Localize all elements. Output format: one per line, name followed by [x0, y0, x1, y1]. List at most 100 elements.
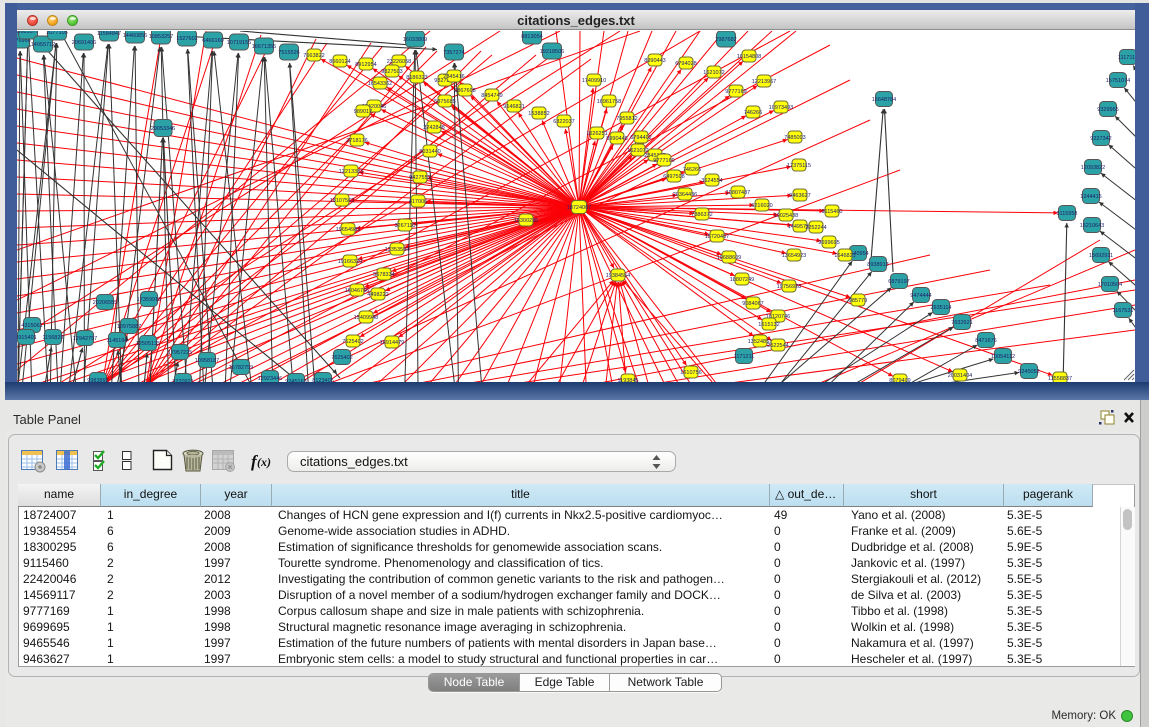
svg-text:8186323: 8186323	[406, 75, 427, 81]
svg-text:16154808: 16154808	[737, 54, 761, 60]
svg-text:6497508: 6497508	[663, 174, 684, 180]
svg-text:18807249: 18807249	[730, 277, 754, 283]
svg-text:12923446: 12923446	[258, 376, 282, 382]
svg-text:3267110: 3267110	[394, 223, 415, 229]
svg-text:7386372: 7386372	[691, 212, 712, 218]
svg-text:417006: 417006	[409, 199, 427, 205]
svg-text:1615132: 1615132	[758, 322, 779, 328]
svg-text:4498222: 4498222	[367, 292, 388, 298]
svg-text:1244415: 1244415	[1080, 194, 1101, 200]
svg-text:746266: 746266	[744, 110, 762, 116]
svg-text:15751074: 15751074	[1106, 78, 1130, 84]
svg-text:9227342: 9227342	[1090, 136, 1111, 142]
svg-text:2242848: 2242848	[423, 125, 444, 131]
svg-text:9463627: 9463627	[789, 193, 810, 199]
svg-text:8813054: 8813054	[521, 34, 542, 40]
svg-text:16782759: 16782759	[229, 365, 253, 371]
svg-text:19384554: 19384554	[606, 273, 630, 279]
svg-text:14055712: 14055712	[31, 42, 55, 48]
svg-text:16648784: 16648784	[872, 97, 896, 103]
svg-text:17375115: 17375115	[787, 163, 811, 169]
svg-text:8079409: 8079409	[889, 378, 910, 382]
svg-text:8123405: 8123405	[312, 378, 333, 382]
svg-text:(x): (x)	[257, 455, 271, 469]
svg-text:13353594: 13353594	[385, 247, 409, 253]
svg-text:1626251: 1626251	[586, 131, 607, 137]
svg-text:1167531: 1167531	[1112, 308, 1133, 314]
svg-text:8031440: 8031440	[419, 149, 440, 155]
svg-text:2077105: 2077105	[46, 31, 67, 36]
svg-text:10054112: 10054112	[991, 354, 1015, 360]
svg-text:8454749: 8454749	[481, 93, 502, 99]
svg-text:3624554: 3624554	[701, 178, 722, 184]
svg-text:4315061: 4315061	[21, 323, 42, 329]
svg-text:10975887: 10975887	[117, 324, 141, 330]
svg-text:16543362: 16543362	[368, 81, 392, 87]
svg-text:12213967: 12213967	[752, 79, 776, 85]
svg-text:2718176: 2718176	[346, 138, 367, 144]
svg-text:2867608: 2867608	[454, 88, 475, 94]
svg-text:985779: 985779	[849, 298, 867, 304]
svg-text:1646821: 1646821	[834, 253, 855, 259]
svg-text:17957225: 17957225	[168, 350, 192, 356]
svg-text:12942757: 12942757	[73, 336, 97, 342]
svg-text:1621072: 1621072	[703, 70, 724, 76]
svg-text:1156829: 1156829	[42, 335, 63, 341]
svg-text:8990443: 8990443	[644, 58, 665, 64]
svg-text:2522544: 2522544	[767, 343, 788, 349]
svg-text:15409948: 15409948	[354, 315, 378, 321]
svg-text:9983893: 9983893	[87, 378, 108, 382]
svg-text:7515526: 7515526	[278, 50, 299, 56]
svg-text:5115958: 5115958	[1056, 211, 1077, 217]
svg-text:16046766: 16046766	[345, 288, 369, 294]
svg-text:9827503: 9827503	[381, 69, 402, 75]
svg-text:11584847: 11584847	[97, 31, 121, 37]
svg-text:15692911: 15692911	[1089, 253, 1113, 259]
svg-text:9084067: 9084067	[742, 301, 763, 307]
svg-text:1117110: 1117110	[1118, 55, 1135, 61]
svg-text:5875685: 5875685	[434, 99, 455, 105]
svg-text:9427552: 9427552	[409, 175, 430, 181]
svg-text:7357274: 7357274	[443, 50, 464, 56]
svg-text:15720407: 15720407	[705, 234, 729, 240]
svg-text:8471676: 8471676	[975, 338, 996, 344]
svg-text:19654983: 19654983	[336, 227, 360, 233]
svg-text:6794028: 6794028	[675, 61, 696, 67]
svg-text:746266: 746266	[683, 167, 701, 173]
svg-text:16033809: 16033809	[403, 37, 427, 43]
svg-text:10025438: 10025438	[774, 213, 798, 219]
svg-text:9699695: 9699695	[818, 240, 839, 246]
svg-text:3915401: 3915401	[17, 335, 37, 341]
svg-text:6794402: 6794402	[630, 135, 651, 141]
svg-text:9777169: 9777169	[653, 158, 674, 164]
svg-text:20206555: 20206555	[93, 300, 117, 306]
svg-text:7625402: 7625402	[342, 339, 363, 345]
svg-text:10958187: 10958187	[195, 358, 219, 364]
svg-text:16107563: 16107563	[330, 198, 354, 204]
svg-text:2252244: 2252244	[805, 225, 826, 231]
svg-text:19756928: 19756928	[777, 284, 801, 290]
svg-text:9777169: 9777169	[725, 89, 746, 95]
svg-text:1145194: 1145194	[106, 338, 127, 344]
svg-text:9474444: 9474444	[910, 293, 931, 299]
svg-text:11558837: 11558837	[1048, 376, 1072, 382]
svg-text:1538852: 1538852	[528, 111, 549, 117]
svg-text:16671355: 16671355	[252, 44, 276, 50]
svg-text:17010504: 17010504	[1098, 282, 1122, 288]
svg-text:6879197: 6879197	[888, 279, 909, 285]
svg-text:2935114: 2935114	[930, 305, 951, 311]
svg-text:14460856: 14460856	[123, 33, 147, 39]
svg-text:12505135: 12505135	[136, 341, 160, 347]
svg-text:12213383: 12213383	[339, 169, 363, 175]
svg-text:8938913: 8938913	[867, 262, 888, 268]
svg-text:23226058: 23226058	[387, 59, 411, 65]
svg-text:12093822: 12093822	[1081, 165, 1105, 171]
svg-text:29053346: 29053346	[151, 126, 175, 132]
svg-text:989017: 989017	[354, 109, 372, 115]
svg-text:7955812: 7955812	[616, 116, 637, 122]
svg-text:16914479: 16914479	[380, 340, 404, 346]
svg-text:17359918: 17359918	[137, 297, 161, 303]
svg-text:10688609: 10688609	[717, 255, 741, 261]
svg-text:10973493: 10973493	[769, 105, 793, 111]
svg-text:6322037: 6322037	[553, 119, 574, 125]
